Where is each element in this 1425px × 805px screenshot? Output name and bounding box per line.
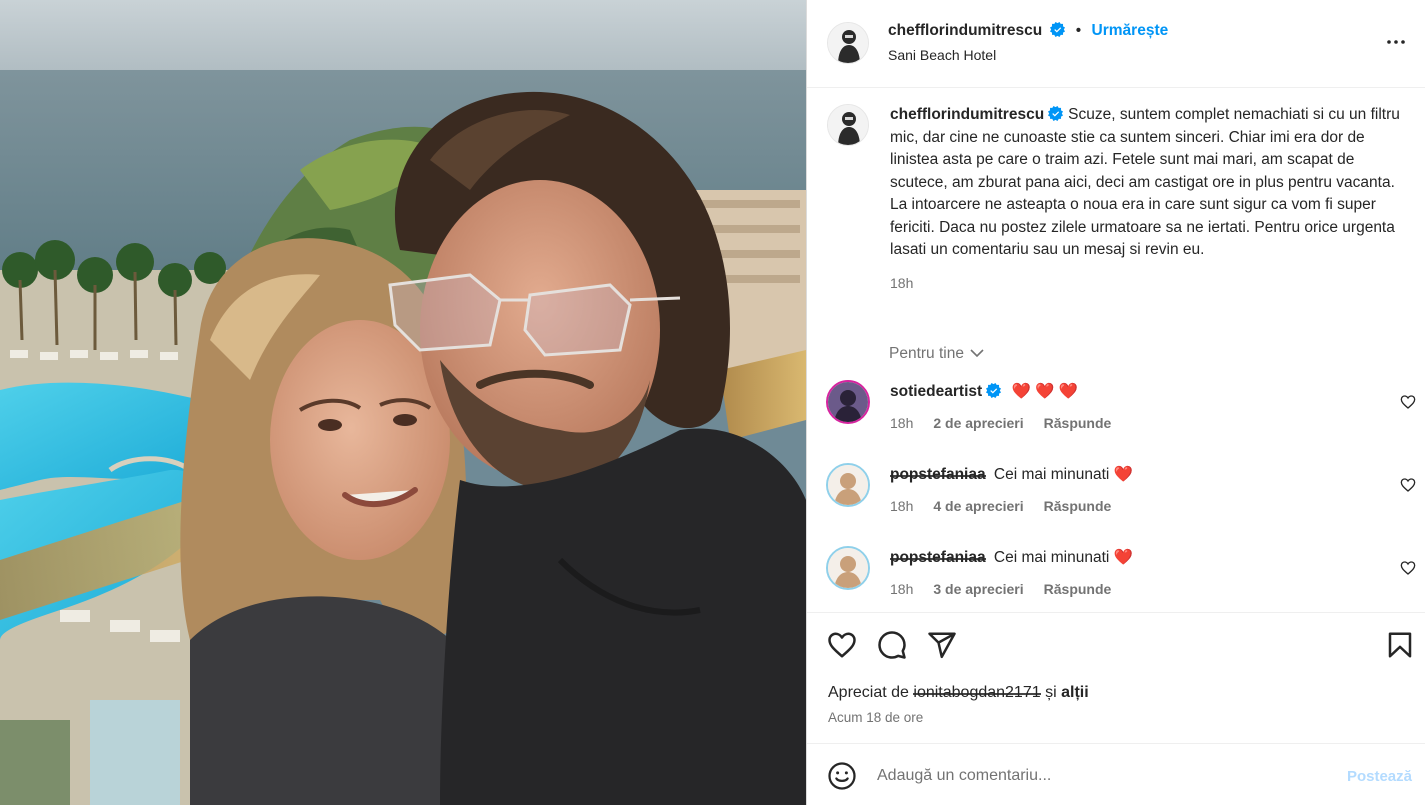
comment-bubble-icon[interactable] [877,630,907,660]
commenter-avatar[interactable] [826,380,870,424]
person-avatar-icon [828,105,868,145]
comment-likes-count[interactable]: 2 de aprecieri [933,415,1023,431]
likes-prefix: Apreciat de [828,684,909,701]
comment-item: popstefaniaa Cei mai minunati ❤️ 18h 3 de… [807,546,1425,616]
post-location[interactable]: Sani Beach Hotel [888,47,996,63]
share-paper-plane-icon[interactable] [927,630,957,660]
reply-button[interactable]: Răspunde [1044,498,1112,514]
comment-input[interactable] [877,762,1317,790]
comment-time[interactable]: 18h [890,581,913,597]
post-timestamp[interactable]: Acum 18 de ore [828,710,923,725]
comment-likes-count[interactable]: 3 de aprecieri [933,581,1023,597]
comment-time[interactable]: 18h [890,415,913,431]
commenter-avatar[interactable] [826,546,870,590]
heart-outline-icon[interactable] [1400,394,1416,410]
emoji-smiley-icon[interactable] [827,761,857,791]
person-avatar-icon [828,548,868,588]
post-detail-panel: chefflorindumitrescu • Urmărește Sani Be… [806,0,1425,805]
person-avatar-icon [828,465,868,505]
commenter-avatar[interactable] [826,463,870,507]
post-comment-button[interactable]: Postează [1347,768,1412,785]
person-avatar-icon [828,23,868,63]
post-photo[interactable] [0,0,806,805]
caption-username[interactable]: chefflorindumitrescu [890,106,1044,123]
comment-time[interactable]: 18h [890,498,913,514]
commenter-username[interactable]: popstefaniaa [890,549,986,567]
reply-button[interactable]: Răspunde [1044,581,1112,597]
commenter-username[interactable]: popstefaniaa [890,466,986,484]
likes-summary[interactable]: Apreciat de ionitabogdan2171 și alții [828,684,1089,702]
person-avatar-icon [828,382,868,422]
caption-timestamp[interactable]: 18h [890,272,1400,295]
add-comment-bar: Postează [807,743,1425,805]
reply-button[interactable]: Răspunde [1044,415,1112,431]
likes-connector: și [1045,684,1057,701]
more-options-icon[interactable] [1384,30,1408,54]
post-header: chefflorindumitrescu • Urmărește Sani Be… [807,0,1425,88]
commenter-username[interactable]: sotiedeartist [890,383,982,400]
caption-text: Scuze, suntem complet nemachiati si cu u… [890,106,1400,258]
verified-badge-icon [986,383,1002,398]
separator-dot: • [1075,22,1082,39]
comment-hearts: ❤️ [1113,549,1133,566]
author-username[interactable]: chefflorindumitrescu [888,22,1042,39]
comment-hearts: ❤️ [1113,466,1133,483]
comment-likes-count[interactable]: 4 de aprecieri [933,498,1023,514]
follow-button[interactable]: Urmărește [1092,22,1169,39]
comment-item: sotiedeartist ❤️ ❤️ ❤️ 18h 2 de aprecieri… [807,380,1425,450]
chevron-down-icon [970,349,984,357]
likes-others[interactable]: alții [1061,684,1089,701]
post-caption: chefflorindumitrescu Scuze, suntem comple… [890,104,1400,294]
heart-outline-icon[interactable] [1400,560,1416,576]
post-actions: Apreciat de ionitabogdan2171 și alții Ac… [807,612,1425,743]
comment-text: Cei mai minunati [993,466,1110,483]
selfie-couple-balcony-image [0,0,806,805]
like-heart-icon[interactable] [827,630,857,660]
bookmark-icon[interactable] [1385,630,1415,660]
comments-filter-dropdown[interactable]: Pentru tine [889,345,984,363]
likes-user[interactable]: ionitabogdan2171 [913,684,1041,702]
comment-text: Cei mai minunati [993,549,1110,566]
comments-filter-label: Pentru tine [889,345,964,362]
verified-badge-icon [1048,106,1064,121]
caption-author-avatar[interactable] [827,104,869,146]
comment-item: popstefaniaa Cei mai minunati ❤️ 18h 4 de… [807,463,1425,533]
author-avatar[interactable] [827,22,869,64]
comment-hearts: ❤️ ❤️ ❤️ [1011,383,1078,400]
heart-outline-icon[interactable] [1400,477,1416,493]
verified-badge-icon [1050,22,1066,37]
